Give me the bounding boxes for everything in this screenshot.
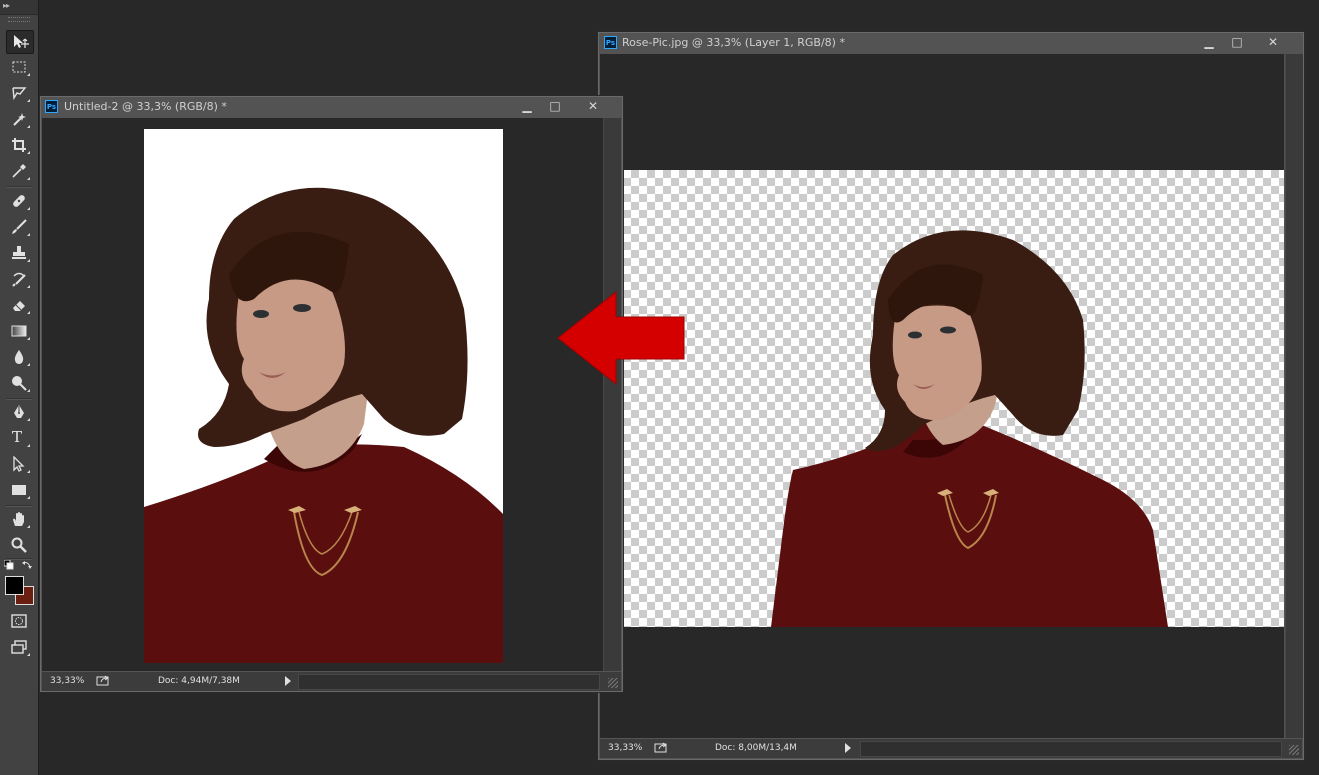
photoshop-doc-icon: Ps bbox=[604, 36, 617, 49]
lasso-tool-icon[interactable] bbox=[6, 82, 32, 104]
foreground-color-swatch[interactable] bbox=[5, 576, 24, 595]
eyedropper-tool-icon[interactable] bbox=[6, 160, 32, 182]
tools-panel: ▸▸ T bbox=[0, 0, 39, 775]
vertical-scrollbar[interactable] bbox=[1285, 54, 1303, 738]
gradient-tool-icon[interactable] bbox=[6, 320, 32, 342]
tool-separator bbox=[6, 398, 32, 400]
zoom-level[interactable]: 33,33% bbox=[608, 743, 642, 753]
cutout-portrait-image bbox=[771, 230, 1168, 627]
portrait-on-white-image bbox=[144, 187, 503, 663]
share-icon[interactable] bbox=[96, 675, 110, 686]
rectangle-tool-icon[interactable] bbox=[6, 479, 32, 501]
horizontal-scrollbar[interactable] bbox=[298, 674, 600, 690]
screen-mode-icon[interactable] bbox=[6, 636, 32, 658]
status-bar: 33,33% Doc: 4,94M/7,38M bbox=[42, 671, 621, 691]
path-selection-tool-icon[interactable] bbox=[6, 453, 32, 475]
blur-tool-icon[interactable] bbox=[6, 346, 32, 368]
status-bar: 33,33% Doc: 8,00M/13,4M bbox=[600, 738, 1302, 758]
tool-separator bbox=[6, 505, 32, 507]
document-window-rose-pic[interactable]: Ps Rose-Pic.jpg @ 33,3% (Layer 1, RGB/8)… bbox=[598, 32, 1304, 760]
tools-panel-header[interactable]: ▸▸ bbox=[0, 0, 38, 15]
resize-grip[interactable] bbox=[608, 678, 618, 688]
close-button[interactable]: ✕ bbox=[1261, 34, 1285, 50]
panel-grip[interactable] bbox=[8, 17, 30, 22]
horizontal-scrollbar[interactable] bbox=[860, 741, 1282, 757]
type-tool-glyph: T bbox=[12, 428, 23, 446]
document-size-info: Doc: 8,00M/13,4M bbox=[715, 743, 797, 753]
collapse-panel-icon[interactable]: ▸▸ bbox=[3, 1, 10, 10]
status-menu-arrow-icon[interactable] bbox=[285, 676, 291, 686]
vertical-scrollbar[interactable] bbox=[603, 118, 621, 671]
swap-colors-icon[interactable] bbox=[22, 560, 32, 570]
maximize-button[interactable]: □ bbox=[1225, 34, 1249, 50]
status-menu-arrow-icon[interactable] bbox=[845, 743, 851, 753]
document-title: Rose-Pic.jpg @ 33,3% (Layer 1, RGB/8) * bbox=[622, 36, 845, 49]
clone-stamp-tool-icon[interactable] bbox=[6, 242, 32, 264]
red-arrow-icon bbox=[557, 290, 685, 386]
eraser-tool-icon[interactable] bbox=[6, 294, 32, 316]
dodge-tool-icon[interactable] bbox=[6, 372, 32, 394]
hand-tool-icon[interactable] bbox=[6, 508, 32, 530]
window-title-bar[interactable]: Ps Untitled-2 @ 33,3% (RGB/8) * ▁ □ ✕ bbox=[41, 97, 622, 117]
document-title: Untitled-2 @ 33,3% (RGB/8) * bbox=[64, 100, 227, 113]
transparent-layer-canvas[interactable] bbox=[623, 170, 1284, 627]
document-window-untitled-2[interactable]: Ps Untitled-2 @ 33,3% (RGB/8) * ▁ □ ✕ 33… bbox=[40, 96, 623, 692]
move-tool-icon[interactable] bbox=[6, 30, 34, 54]
quick-mask-icon[interactable] bbox=[6, 610, 32, 632]
tool-separator bbox=[6, 186, 32, 188]
minimize-button[interactable]: ▁ bbox=[515, 98, 539, 114]
magic-wand-tool-icon[interactable] bbox=[6, 108, 32, 130]
document-size-info: Doc: 4,94M/7,38M bbox=[158, 676, 240, 686]
close-button[interactable]: ✕ bbox=[581, 98, 605, 114]
zoom-level[interactable]: 33,33% bbox=[50, 676, 84, 686]
zoom-tool-icon[interactable] bbox=[6, 534, 32, 556]
photoshop-doc-icon: Ps bbox=[45, 100, 58, 113]
minimize-button[interactable]: ▁ bbox=[1197, 34, 1221, 50]
history-brush-tool-icon[interactable] bbox=[6, 268, 32, 290]
crop-tool-icon[interactable] bbox=[6, 134, 32, 156]
brush-tool-icon[interactable] bbox=[6, 216, 32, 238]
share-icon[interactable] bbox=[654, 742, 668, 753]
healing-brush-tool-icon[interactable] bbox=[6, 190, 32, 212]
window-title-bar[interactable]: Ps Rose-Pic.jpg @ 33,3% (Layer 1, RGB/8)… bbox=[599, 33, 1303, 53]
type-tool-icon[interactable]: T bbox=[6, 427, 32, 449]
maximize-button[interactable]: □ bbox=[543, 98, 567, 114]
white-background-canvas[interactable] bbox=[144, 129, 503, 663]
default-colors-icon[interactable] bbox=[4, 560, 14, 570]
pen-tool-icon[interactable] bbox=[6, 401, 32, 423]
resize-grip[interactable] bbox=[1289, 745, 1299, 755]
marquee-tool-icon[interactable] bbox=[6, 56, 32, 78]
